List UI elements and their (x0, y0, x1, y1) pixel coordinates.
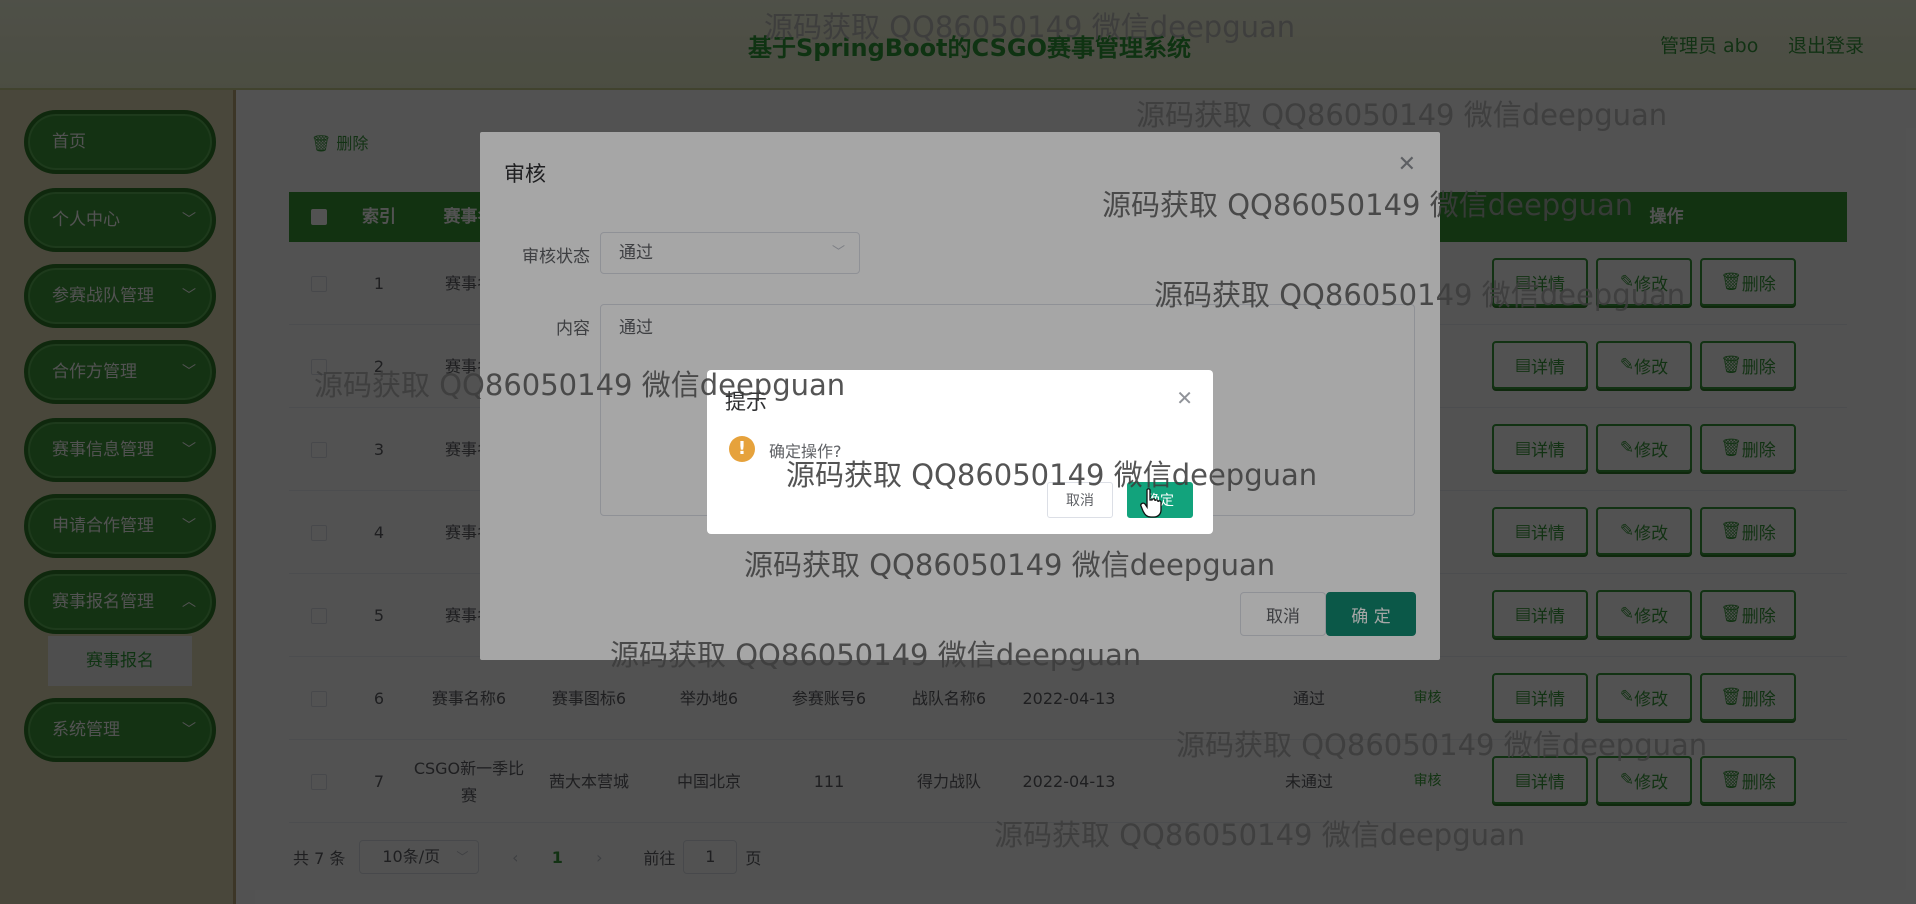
confirm-cancel-button[interactable]: 取消 (1047, 482, 1113, 518)
warning-icon: ! (729, 436, 755, 462)
confirm-message-box: 提示 ✕ ! 确定操作? 取消 确定 (707, 370, 1213, 534)
close-icon[interactable]: ✕ (1176, 386, 1193, 410)
hand-pointer-icon (1140, 488, 1162, 518)
confirm-message: 确定操作? (769, 442, 842, 461)
confirm-title: 提示 (725, 390, 767, 414)
